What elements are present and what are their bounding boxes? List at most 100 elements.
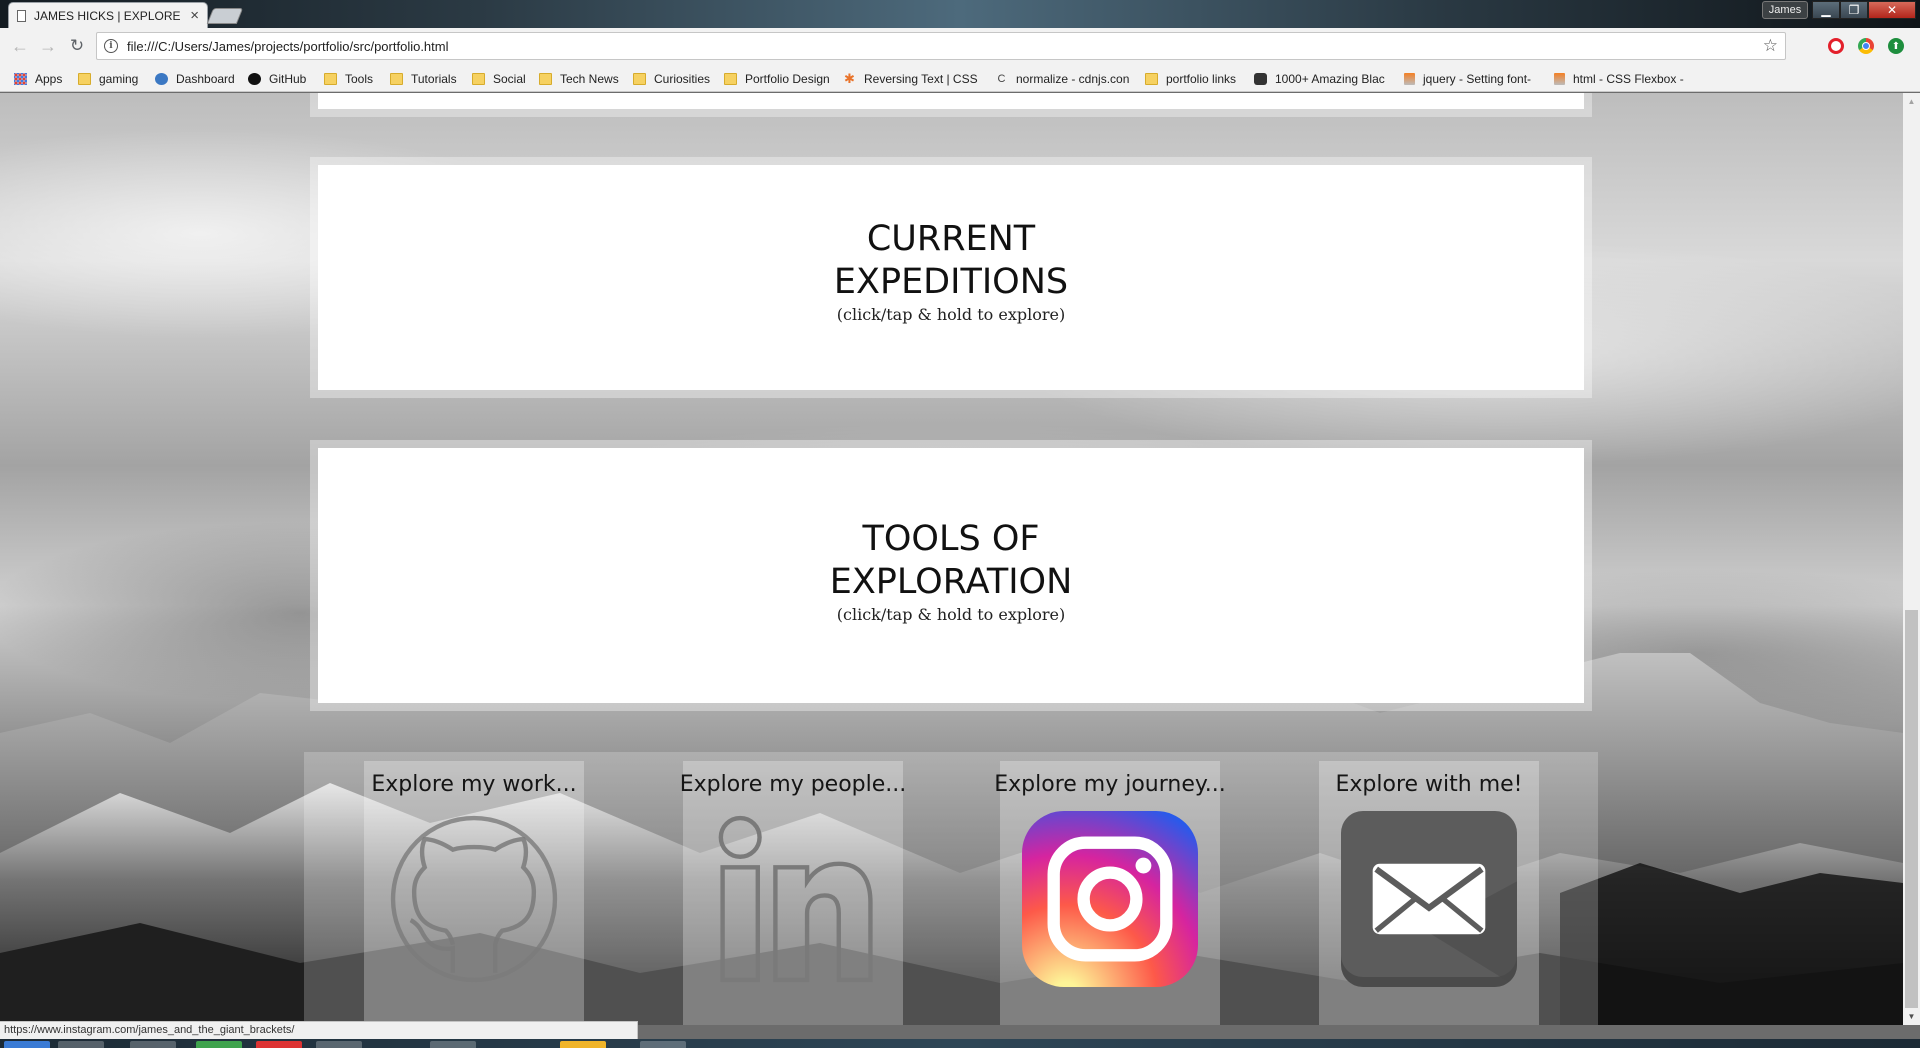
- section-subtitle: (click/tap & hold to explore): [836, 305, 1066, 324]
- stackoverflow-icon: [1404, 73, 1415, 85]
- cdnjs-icon: C: [997, 73, 1006, 85]
- bookmark-apps[interactable]: Apps: [14, 70, 62, 88]
- address-url[interactable]: file:///C:/Users/James/projects/portfoli…: [127, 39, 1763, 54]
- current-expeditions-card[interactable]: CURRENT EXPEDITIONS (click/tap & hold to…: [318, 165, 1584, 390]
- tab-title: JAMES HICKS | EXPLORE: [34, 8, 181, 23]
- taskbar-item[interactable]: [640, 1041, 686, 1048]
- bookmark-label: Tutorials: [411, 72, 457, 86]
- windows-taskbar: [0, 1039, 1920, 1048]
- bookmark-portfolio-links[interactable]: portfolio links: [1145, 70, 1236, 88]
- taskbar-item[interactable]: [560, 1041, 606, 1048]
- browser-tab[interactable]: JAMES HICKS | EXPLORE ×: [8, 2, 208, 28]
- bookmark-portfolio-design[interactable]: Portfolio Design: [724, 70, 830, 88]
- bookmark-tutorials[interactable]: Tutorials: [390, 70, 457, 88]
- scrollbar-thumb[interactable]: [1905, 610, 1918, 1008]
- bookmark-label: Dashboard: [176, 72, 235, 86]
- browser-toolbar: ← → ↻ i file:///C:/Users/James/projects/…: [0, 28, 1920, 65]
- taskbar-item[interactable]: [130, 1041, 176, 1048]
- bookmark-gaming[interactable]: gaming: [78, 70, 138, 88]
- download-extension-icon[interactable]: ⬆: [1888, 38, 1904, 54]
- bookmark-label: normalize - cdnjs.con: [1016, 72, 1130, 86]
- taskbar-item[interactable]: [58, 1041, 104, 1048]
- tools-of-exploration-card[interactable]: TOOLS OF EXPLORATION (click/tap & hold t…: [318, 448, 1584, 703]
- bookmark-label: jquery - Setting font-: [1423, 72, 1532, 86]
- github-link[interactable]: Explore my work...: [364, 761, 584, 1025]
- maximize-button[interactable]: ❐: [1840, 1, 1868, 19]
- taskbar-item[interactable]: [430, 1041, 476, 1048]
- page-viewport[interactable]: CURRENT EXPEDITIONS (click/tap & hold to…: [0, 93, 1903, 1025]
- folder-icon: [539, 73, 552, 85]
- scroll-down-arrow-icon[interactable]: ▼: [1903, 1008, 1920, 1025]
- taskbar-item[interactable]: [256, 1041, 302, 1048]
- tab-close-icon[interactable]: ×: [190, 8, 199, 23]
- bookmark-tech-news[interactable]: Tech News: [539, 70, 619, 88]
- bookmark-label: GitHub: [269, 72, 307, 86]
- bookmark-label: Tech News: [560, 72, 619, 86]
- close-window-button[interactable]: ✕: [1868, 1, 1916, 19]
- heading-line: CURRENT: [866, 219, 1036, 259]
- forward-button[interactable]: →: [37, 35, 59, 57]
- bookmark-tools[interactable]: Tools: [324, 70, 373, 88]
- status-bar: https://www.instagram.com/james_and_the_…: [0, 1021, 638, 1039]
- dashboard-icon: [155, 73, 168, 85]
- instagram-icon[interactable]: [1022, 811, 1198, 987]
- folder-icon: [324, 73, 337, 85]
- reload-button[interactable]: ↻: [66, 35, 88, 57]
- linkedin-link[interactable]: Explore my people...: [680, 761, 906, 1025]
- info-icon[interactable]: i: [104, 39, 118, 53]
- bookmark-label: Portfolio Design: [745, 72, 830, 86]
- bookmark-label: Apps: [35, 72, 63, 86]
- bookmark-label: portfolio links: [1166, 72, 1237, 86]
- bookmark-github[interactable]: GitHub: [248, 70, 306, 88]
- contact-label: Explore my work...: [371, 772, 577, 797]
- css-tricks-icon: ✱: [844, 71, 855, 86]
- apps-icon: [14, 73, 27, 85]
- github-icon: [248, 73, 261, 85]
- mail-icon[interactable]: [1341, 811, 1517, 987]
- taskbar-item[interactable]: [316, 1041, 362, 1048]
- bookmark-reversing-text[interactable]: ✱ Reversing Text | CSS-: [843, 70, 978, 88]
- bookmark-social[interactable]: Social: [472, 70, 526, 88]
- previous-section-card: [318, 93, 1584, 109]
- instagram-link[interactable]: Explore my journey...: [994, 761, 1226, 1025]
- heading-line: TOOLS OF: [862, 519, 1040, 559]
- bookmark-star-icon[interactable]: ☆: [1763, 36, 1778, 56]
- heading-line: EXPEDITIONS: [833, 262, 1069, 302]
- stackoverflow-icon: [1554, 73, 1565, 85]
- bookmark-label: Reversing Text | CSS-: [864, 72, 978, 86]
- bookmark-normalize[interactable]: Cnormalize - cdnjs.con: [995, 70, 1130, 88]
- bookmark-label: 1000+ Amazing Blac: [1275, 72, 1385, 86]
- instagram-glyph: [1047, 836, 1173, 962]
- chrome-extension-icon[interactable]: [1858, 38, 1874, 54]
- github-icon[interactable]: [386, 811, 562, 987]
- bookmark-curiosities[interactable]: Curiosities: [633, 70, 710, 88]
- bookmark-amazing-black[interactable]: 1000+ Amazing Blac: [1254, 70, 1394, 88]
- section-heading: CURRENT EXPEDITIONS: [318, 218, 1584, 304]
- page-scrollbar[interactable]: ▲ ▼: [1903, 93, 1920, 1025]
- opera-extension-icon[interactable]: [1828, 38, 1844, 54]
- taskbar-item[interactable]: [196, 1041, 242, 1048]
- contact-label: Explore with me!: [1335, 772, 1523, 797]
- bookmark-css-flexbox[interactable]: html - CSS Flexbox -: [1554, 70, 1689, 88]
- address-bar[interactable]: i file:///C:/Users/James/projects/portfo…: [96, 32, 1786, 60]
- new-tab-button[interactable]: [206, 8, 244, 24]
- back-button[interactable]: ←: [9, 35, 31, 57]
- bookmark-jquery-font[interactable]: jquery - Setting font-: [1404, 70, 1539, 88]
- contact-label: Explore my people...: [679, 772, 907, 797]
- minimize-button[interactable]: ▁: [1812, 1, 1840, 19]
- contact-label: Explore my journey...: [994, 772, 1226, 797]
- folder-icon: [1145, 73, 1158, 85]
- bookmark-dashboard[interactable]: Dashboard: [155, 70, 235, 88]
- page-icon: [17, 9, 26, 22]
- bookmarks-bar: Apps gaming Dashboard GitHub Tools Tutor…: [0, 65, 1920, 92]
- start-button[interactable]: [4, 1041, 50, 1048]
- window-titlebar: JAMES HICKS | EXPLORE × James ▁ ❐ ✕: [0, 0, 1920, 28]
- linkedin-icon[interactable]: [705, 811, 881, 987]
- bookmark-label: gaming: [99, 72, 139, 86]
- folder-icon: [78, 73, 91, 85]
- scroll-up-arrow-icon[interactable]: ▲: [1903, 93, 1920, 110]
- bookmark-label: html - CSS Flexbox -: [1573, 72, 1684, 86]
- email-link[interactable]: Explore with me!: [1319, 761, 1539, 1025]
- instagram-icon: [1254, 73, 1267, 85]
- profile-button[interactable]: James: [1762, 1, 1808, 19]
